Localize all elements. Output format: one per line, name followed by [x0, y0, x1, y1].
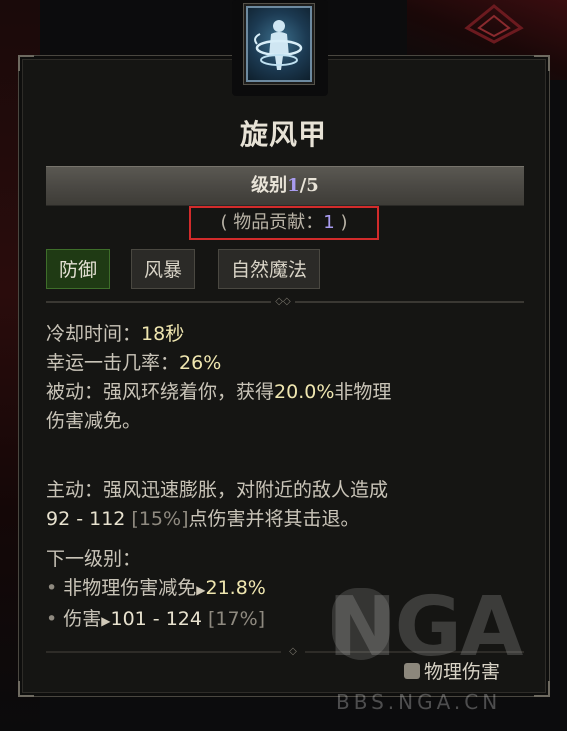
level-current: 1 [287, 175, 300, 196]
lucky-hit-value: 26% [179, 352, 222, 374]
divider-gem-icon: ◇◇ [271, 297, 295, 307]
cooldown-value: 18秒 [141, 323, 185, 345]
skill-level-bar: 级别1/5 [46, 166, 524, 206]
tag-defense: 防御 [46, 249, 111, 289]
item-contribution-highlight: ( 物品贡献：1 ) [189, 206, 379, 240]
whirlwind-armor-skill-icon [246, 6, 312, 82]
cooldown-line: 冷却时间：18秒 [46, 323, 185, 345]
contribution-value: 1 [323, 212, 335, 233]
passive-description: 被动：强风环绕着你，获得20.0%非物理 伤害减免。 [46, 381, 392, 432]
active-description: 主动：强风迅速膨胀，对附近的敌人造成 92 - 112 [15%]点伤害并将其击… [46, 479, 389, 530]
corner-emblem-icon [464, 4, 524, 44]
next-level-damage-value: 101 - 124 [110, 608, 202, 630]
level-max: /5 [299, 175, 319, 196]
lucky-hit-line: 幸运一击几率：26% [46, 352, 222, 374]
tag-storm: 风暴 [131, 249, 196, 289]
fist-icon [404, 663, 420, 679]
divider-bottom-gem-icon: ◇ [281, 647, 305, 657]
skill-title: 旋风甲 [239, 118, 327, 151]
passive-value: 20.0% [274, 381, 335, 403]
skill-icon-frame [232, 0, 328, 96]
next-level-reduction-value: 21.8% [205, 577, 266, 599]
watermark-url: BBS.NGA.CN [336, 690, 502, 714]
contribution-label: ( 物品贡献： [220, 212, 324, 233]
tag-nature-magic: 自然魔法 [218, 249, 321, 289]
contribution-suffix: ) [334, 212, 348, 233]
active-damage-percent: [15%] [125, 508, 189, 530]
next-level-label: 下一级别： [46, 548, 142, 570]
level-label: 级别 [251, 175, 288, 196]
active-damage-value: 92 - 112 [46, 508, 126, 530]
damage-type-label: 物理伤害 [404, 657, 500, 684]
